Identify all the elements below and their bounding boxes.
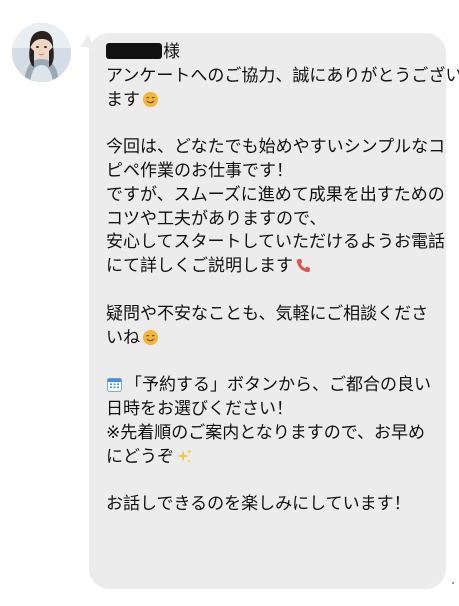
message-line-with-emoji: にて詳しくご説明します bbox=[106, 255, 446, 279]
smiling-face-icon bbox=[142, 329, 159, 346]
message-line-with-emoji: 「予約する」ボタンから、ご都合の良い bbox=[106, 374, 446, 398]
telephone-receiver-icon bbox=[295, 257, 312, 274]
message-line: ですが、スムーズに進めて成果を出すための bbox=[106, 184, 445, 205]
message-line-with-emoji: にどうぞ bbox=[106, 446, 446, 470]
message-line: 日時をお選びください！ bbox=[106, 398, 293, 419]
message-line: 安心してスタートしていただけるようお電話 bbox=[106, 232, 445, 253]
message-line-with-emoji: いね bbox=[106, 327, 446, 351]
message-line: ピペ作業のお仕事です！ bbox=[106, 160, 293, 181]
message-line: コツや工夫がありますので、 bbox=[106, 208, 327, 229]
message-line: アンケートへのご協力、誠にありがとうござい bbox=[106, 65, 459, 86]
message-line: 今回は、どなたでも始めやすいシンプルなコ bbox=[106, 137, 446, 158]
message-text: 様 アンケートへのご協力、誠にありがとうござい ます 今回は、どなたでも始めやす… bbox=[106, 41, 459, 517]
avatar[interactable] bbox=[12, 23, 71, 82]
avatar-portrait bbox=[12, 23, 71, 82]
message-line-with-emoji: ます bbox=[106, 89, 446, 113]
smiling-face-icon bbox=[142, 91, 159, 108]
message-line: ※先着順のご案内となりますので、お早め bbox=[106, 422, 426, 443]
salutation-suffix: 様 bbox=[163, 42, 180, 62]
sparkles-icon bbox=[176, 448, 193, 465]
salutation-line: 様 bbox=[106, 41, 446, 65]
message-line: お話しできるのを楽しみにしています！ bbox=[106, 494, 411, 515]
message-line: 疑問や不安なことも、気軽にご相談くださ bbox=[106, 303, 429, 324]
redacted-name bbox=[106, 43, 162, 59]
divider-dot bbox=[452, 582, 454, 584]
calendar-icon bbox=[106, 376, 123, 393]
